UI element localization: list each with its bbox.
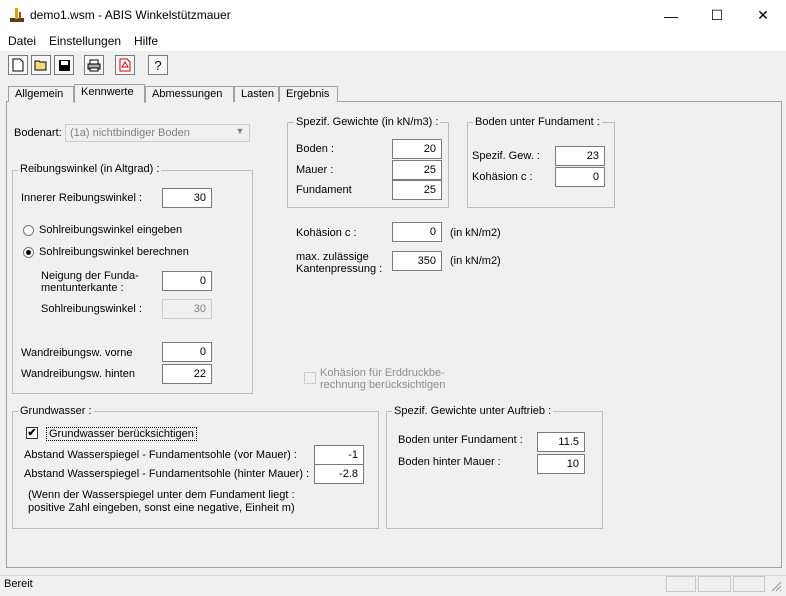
kantenpressung-label-1: max. zulässige xyxy=(296,251,369,263)
resize-grip-icon[interactable] xyxy=(770,580,782,592)
tab-abmessungen[interactable]: Abmessungen xyxy=(145,86,234,102)
auftrieb-unter-input[interactable]: 11.5 xyxy=(537,432,585,452)
sohlreibungswinkel-label: Sohlreibungswinkel : xyxy=(41,303,142,315)
wandreibung-vorne-input[interactable]: 0 xyxy=(162,342,212,362)
neigung-label-2: mentunterkante : xyxy=(41,282,124,294)
neigung-label-1: Neigung der Funda- xyxy=(41,270,139,282)
menu-datei[interactable]: Datei xyxy=(8,34,36,48)
new-file-icon[interactable] xyxy=(8,55,28,75)
help-icon[interactable]: ? xyxy=(148,55,168,75)
close-button[interactable]: ✕ xyxy=(740,0,786,31)
bodenart-value: (1a) nichtbindiger Boden xyxy=(70,127,190,139)
sohlreibung-eingeben-radio[interactable] xyxy=(23,225,34,236)
wandreibung-hinten-label: Wandreibungsw. hinten xyxy=(21,368,135,380)
boden-input[interactable]: 20 xyxy=(392,139,442,159)
window-title: demo1.wsm - ABIS Winkelstützmauer xyxy=(30,8,231,22)
fundament-input[interactable]: 25 xyxy=(392,180,442,200)
neigung-input[interactable]: 0 xyxy=(162,271,212,291)
tab-kennwerte[interactable]: Kennwerte xyxy=(74,84,145,103)
erddruck-kohaesion-label-1: Kohäsion für Erddruckbe- xyxy=(320,367,445,379)
kohaesion-unter-input[interactable]: 0 xyxy=(555,167,605,187)
grundwasser-note-2: positive Zahl eingeben, sonst eine negat… xyxy=(28,502,295,514)
reibungswinkel-title: Reibungswinkel (in Altgrad) : xyxy=(18,163,162,175)
open-folder-icon[interactable] xyxy=(31,55,51,75)
grundwasser-title: Grundwasser : xyxy=(18,405,94,417)
minimize-button[interactable]: — xyxy=(648,0,694,31)
save-icon[interactable] xyxy=(54,55,74,75)
grundwasser-checkbox[interactable]: ✔ xyxy=(26,427,38,439)
abstand-hinter-label: Abstand Wasserspiegel - Fundamentsohle (… xyxy=(24,468,310,480)
maximize-button[interactable]: ☐ xyxy=(694,0,740,31)
grundwasser-note-1: (Wenn der Wasserspiegel unter dem Fundam… xyxy=(28,489,295,501)
tab-ergebnis[interactable]: Ergebnis xyxy=(279,86,338,102)
status-pane-1 xyxy=(666,576,696,592)
kohaesion-input[interactable]: 0 xyxy=(392,222,442,242)
app-icon xyxy=(10,8,24,22)
spezif-gewichte-title: Spezif. Gewichte (in kN/m3) : xyxy=(294,116,441,128)
sohlreibungswinkel-input[interactable]: 30 xyxy=(162,299,212,319)
abstand-vor-label: Abstand Wasserspiegel - Fundamentsohle (… xyxy=(24,449,297,461)
boden-unter-fundament-title: Boden unter Fundament : xyxy=(473,116,602,128)
erddruck-kohaesion-checkbox[interactable] xyxy=(304,372,316,384)
menu-hilfe[interactable]: Hilfe xyxy=(134,34,158,48)
spezif-gew-input[interactable]: 23 xyxy=(555,146,605,166)
bodenart-label: Bodenart: xyxy=(14,127,62,139)
print-icon[interactable] xyxy=(84,55,104,75)
sohlreibung-eingeben-label[interactable]: Sohlreibungswinkel eingeben xyxy=(39,224,182,236)
kohaesion-label: Kohäsion c : xyxy=(296,227,357,239)
kantenpressung-label-2: Kantenpressung : xyxy=(296,263,383,275)
sohlreibung-berechnen-label[interactable]: Sohlreibungswinkel berechnen xyxy=(39,246,189,258)
innerer-reibungswinkel-label: Innerer Reibungswinkel : xyxy=(21,192,143,204)
fundament-label: Fundament xyxy=(296,184,352,196)
wandreibung-vorne-label: Wandreibungsw. vorne xyxy=(21,347,133,359)
kohaesion-unter-label: Kohäsion c : xyxy=(472,171,533,183)
erddruck-kohaesion-label-2: rechnung berücksichtigen xyxy=(320,379,446,391)
tab-lasten[interactable]: Lasten xyxy=(234,86,279,102)
status-text: Bereit xyxy=(4,578,33,590)
status-pane-2 xyxy=(698,576,731,592)
auftrieb-title: Spezif. Gewichte unter Auftrieb : xyxy=(392,405,554,417)
auftrieb-hinter-input[interactable]: 10 xyxy=(537,454,585,474)
kantenpressung-unit: (in kN/m2) xyxy=(450,255,501,267)
auftrieb-hinter-label: Boden hinter Mauer : xyxy=(398,456,501,468)
abstand-hinter-input[interactable]: -2.8 xyxy=(314,464,364,484)
kantenpressung-input[interactable]: 350 xyxy=(392,251,442,271)
kohaesion-unit: (in kN/m2) xyxy=(450,227,501,239)
innerer-reibungswinkel-input[interactable]: 30 xyxy=(162,188,212,208)
chevron-down-icon: ▼ xyxy=(235,126,245,136)
bodenart-select[interactable]: (1a) nichtbindiger Boden ▼ xyxy=(65,124,250,142)
grundwasser-check-label[interactable]: Grundwasser berücksichtigen xyxy=(46,427,197,441)
abstand-vor-input[interactable]: -1 xyxy=(314,445,364,465)
tab-allgemein[interactable]: Allgemein xyxy=(8,86,74,102)
status-pane-3 xyxy=(733,576,765,592)
boden-label: Boden : xyxy=(296,143,334,155)
pdf-icon[interactable] xyxy=(115,55,135,75)
wandreibung-hinten-input[interactable]: 22 xyxy=(162,364,212,384)
menu-einstellungen[interactable]: Einstellungen xyxy=(49,34,121,48)
mauer-label: Mauer : xyxy=(296,164,334,176)
auftrieb-unter-label: Boden unter Fundament : xyxy=(398,434,523,446)
mauer-input[interactable]: 25 xyxy=(392,160,442,180)
sohlreibung-berechnen-radio[interactable] xyxy=(23,247,34,258)
spezif-gew-label: Spezif. Gew. : xyxy=(472,150,540,162)
